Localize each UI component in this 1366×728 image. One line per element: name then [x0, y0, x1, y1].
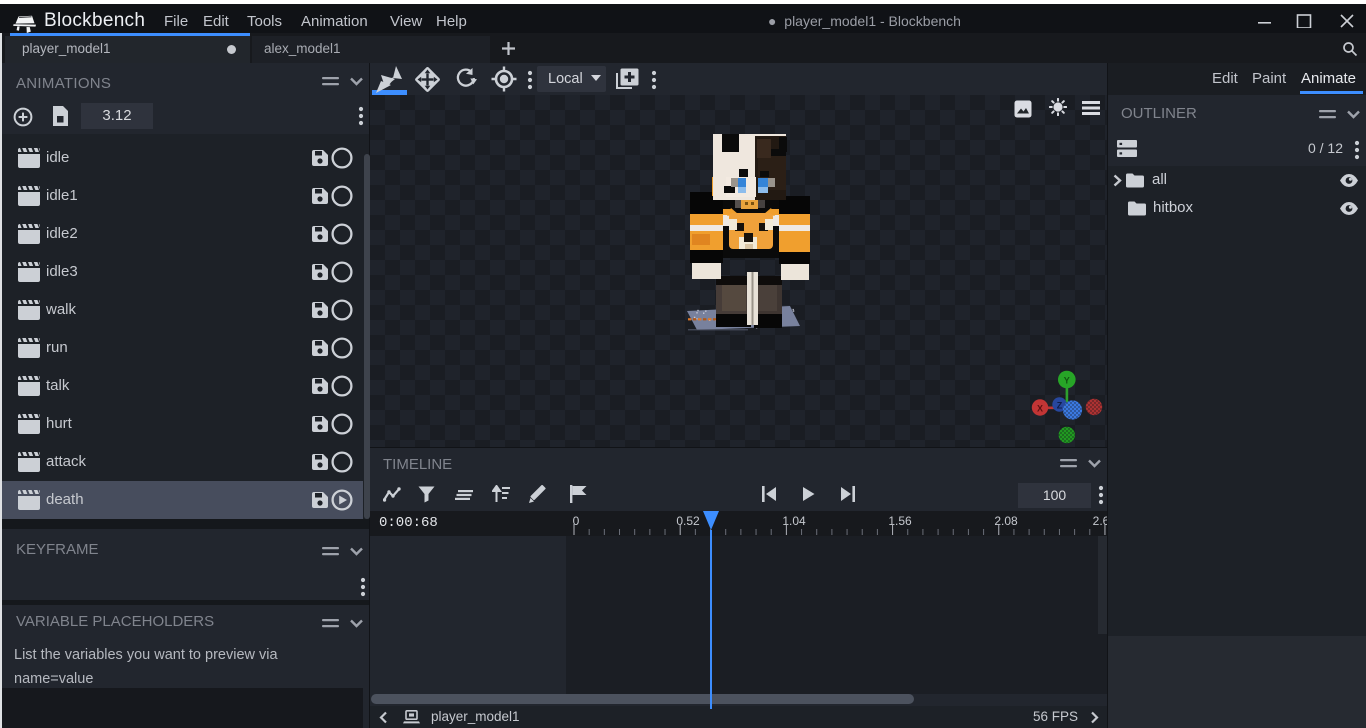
- svg-text:2.08: 2.08: [994, 514, 1018, 528]
- svg-text:1.04: 1.04: [782, 514, 806, 528]
- svg-text:Y: Y: [1064, 376, 1070, 386]
- svg-text:X: X: [1037, 404, 1043, 414]
- svg-text:1.56: 1.56: [888, 514, 912, 528]
- svg-text:Z: Z: [1057, 401, 1063, 411]
